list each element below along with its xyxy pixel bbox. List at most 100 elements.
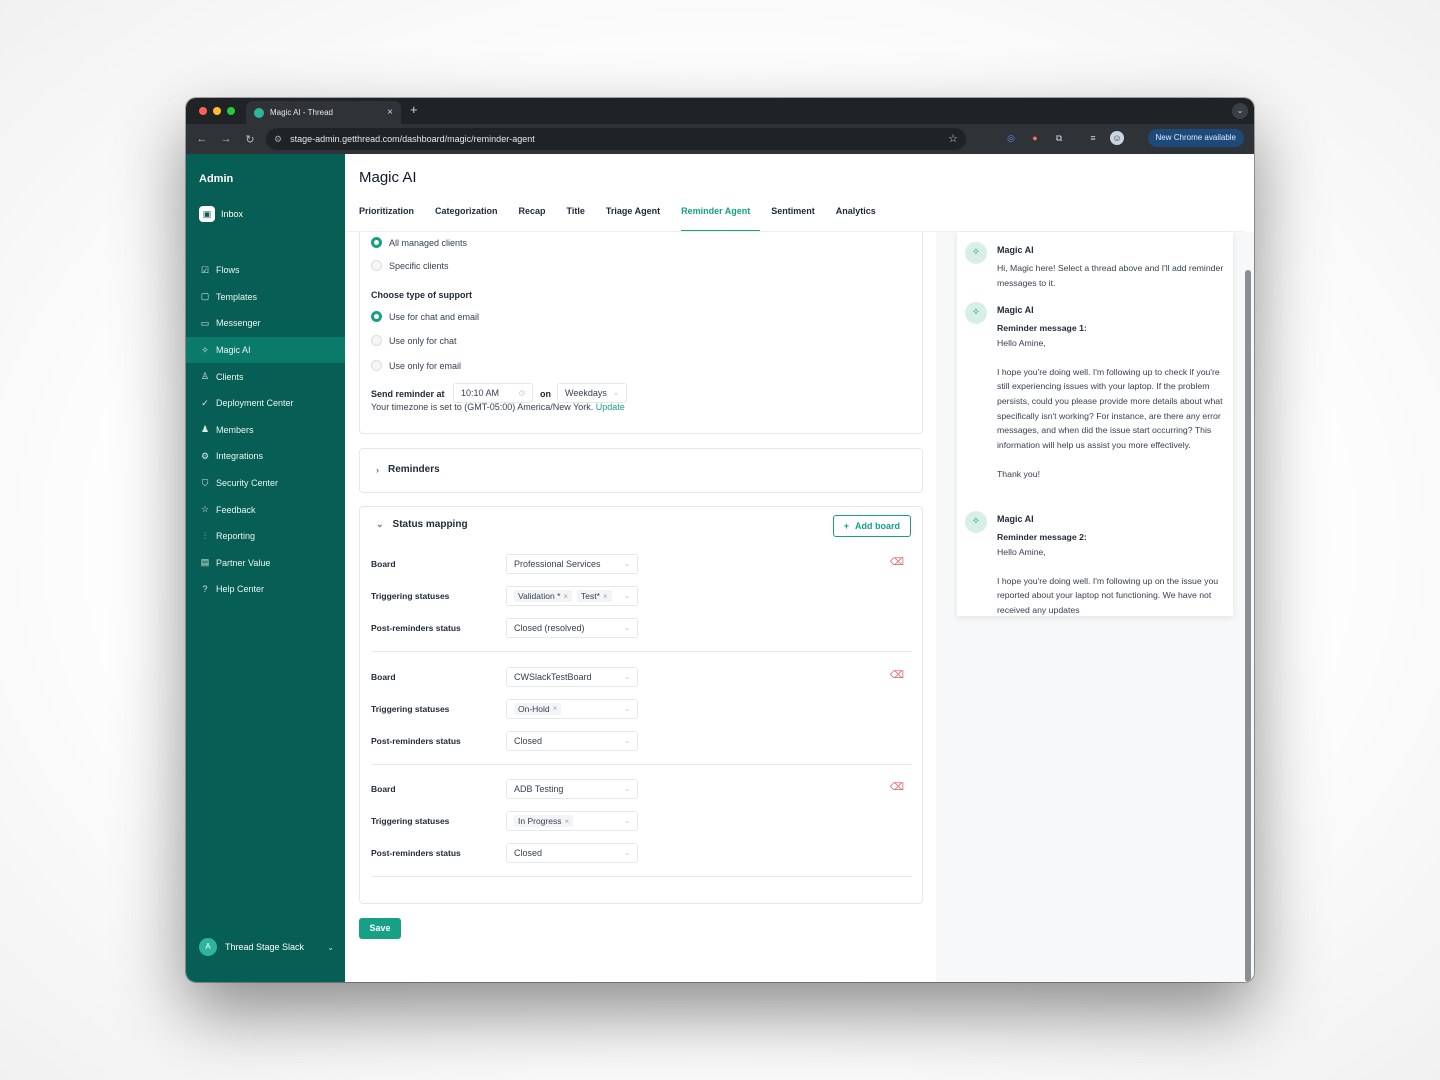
tab-triage-agent[interactable]: Triage Agent bbox=[606, 206, 670, 232]
tab-categorization[interactable]: Categorization bbox=[435, 206, 508, 232]
workspace-switcher[interactable]: A Thread Stage Slack ⌄ bbox=[199, 938, 334, 956]
back-icon[interactable]: ← bbox=[190, 133, 214, 145]
tab-recap[interactable]: Recap bbox=[519, 206, 556, 232]
board-select[interactable]: Professional Services ⌄ bbox=[506, 554, 638, 574]
radio-chat-and-email[interactable]: Use for chat and email bbox=[371, 311, 479, 322]
tab-title[interactable]: Title bbox=[567, 206, 595, 232]
magic-ai-avatar-icon: ✧ bbox=[965, 511, 987, 533]
browser-tab[interactable]: Magic AI - Thread × bbox=[246, 101, 401, 124]
inbox-icon: ▣ bbox=[199, 206, 215, 222]
radio-only-chat[interactable]: Use only for chat bbox=[371, 335, 457, 346]
extensions-puzzle-icon[interactable]: ⧉ bbox=[1052, 131, 1066, 145]
remove-tag-icon[interactable]: × bbox=[603, 592, 608, 601]
sidebar-item-label: Reporting bbox=[216, 531, 256, 542]
sidebar-item-messenger[interactable]: ▭ Messenger bbox=[186, 310, 345, 337]
new-chrome-available-button[interactable]: New Chrome available bbox=[1147, 129, 1244, 147]
messenger-icon: ▭ bbox=[200, 317, 210, 328]
status-tag: In Progress × bbox=[514, 815, 574, 827]
reload-icon[interactable]: ↻ bbox=[238, 133, 262, 146]
triggering-statuses-select[interactable]: Validation * × Test* × ⌄ bbox=[506, 586, 638, 606]
sidebar-item-help-center[interactable]: ? Help Center bbox=[186, 576, 345, 603]
extension-record-icon[interactable]: ● bbox=[1028, 131, 1042, 145]
remove-tag-icon[interactable]: × bbox=[564, 817, 569, 826]
sidebar-item-inbox[interactable]: ▣ Inbox bbox=[199, 206, 243, 222]
save-button[interactable]: Save bbox=[359, 918, 401, 939]
post-reminders-status-select[interactable]: Closed ⌄ bbox=[506, 730, 638, 751]
radio-unselected-icon bbox=[371, 360, 382, 371]
sidebar-item-partner-value[interactable]: ▤ Partner Value bbox=[186, 550, 345, 577]
site-info-icon[interactable]: ⚙ bbox=[274, 134, 282, 145]
close-tab-icon[interactable]: × bbox=[387, 107, 393, 118]
sidebar-item-security-center[interactable]: ⛉ Security Center bbox=[186, 470, 345, 497]
chevron-down-icon: ⌄ bbox=[624, 561, 630, 568]
radio-only-email[interactable]: Use only for email bbox=[371, 360, 461, 371]
board-value: CWSlackTestBoard bbox=[514, 671, 592, 682]
chevron-down-icon: ⌄ bbox=[613, 390, 619, 397]
triggering-statuses-select[interactable]: On-Hold × ⌄ bbox=[506, 698, 638, 719]
timezone-update-link[interactable]: Update bbox=[596, 402, 625, 412]
sidebar-item-clients[interactable]: ♙ Clients bbox=[186, 363, 345, 390]
address-bar[interactable]: ⚙ stage-admin.getthread.com/dashboard/ma… bbox=[266, 128, 966, 150]
sidebar-item-templates[interactable]: ▢ Templates bbox=[186, 284, 345, 311]
remove-tag-icon[interactable]: × bbox=[553, 704, 558, 713]
extension-icon[interactable]: ◎ bbox=[1004, 131, 1018, 145]
remove-tag-icon[interactable]: × bbox=[563, 592, 568, 601]
radio-specific-clients[interactable]: Specific clients bbox=[371, 260, 449, 271]
reading-list-icon[interactable]: ≡ bbox=[1086, 131, 1100, 145]
radio-all-managed-clients[interactable]: All managed clients bbox=[371, 237, 467, 248]
time-picker[interactable]: 10:10 AM ◷ bbox=[453, 383, 533, 403]
sidebar-item-integrations[interactable]: ⚙ Integrations bbox=[186, 443, 345, 470]
sidebar-item-members[interactable]: ♟ Members bbox=[186, 417, 345, 444]
sidebar-item-flows[interactable]: ☑ Flows bbox=[186, 257, 345, 284]
tab-prioritization[interactable]: Prioritization bbox=[359, 206, 424, 232]
add-board-button[interactable]: + Add board bbox=[832, 515, 911, 537]
check-circle-icon: ✓ bbox=[201, 397, 209, 408]
message-author: Magic AI bbox=[997, 305, 1034, 315]
sidebar-item-reporting[interactable]: ⫶ Reporting bbox=[186, 523, 345, 550]
minimize-window-button[interactable] bbox=[213, 107, 221, 115]
post-reminders-status-select[interactable]: Closed ⌄ bbox=[506, 843, 638, 863]
flows-icon: ☑ bbox=[200, 264, 210, 275]
zoom-window-button[interactable] bbox=[227, 107, 235, 115]
close-window-button[interactable] bbox=[199, 107, 207, 115]
delete-board-icon[interactable]: ⌫ bbox=[890, 557, 904, 568]
new-tab-button[interactable]: + bbox=[410, 102, 418, 117]
reminders-header[interactable]: › Reminders bbox=[376, 464, 440, 475]
delete-board-icon[interactable]: ⌫ bbox=[890, 670, 904, 681]
on-label: on bbox=[540, 389, 551, 399]
status-mapping-header[interactable]: ⌄ Status mapping bbox=[376, 519, 468, 530]
message-body: Hi, Magic here! Select a thread above an… bbox=[997, 261, 1227, 290]
days-select[interactable]: Weekdays ⌄ bbox=[557, 383, 627, 403]
bar-chart-icon: ⫶ bbox=[203, 530, 207, 541]
radio-label: Use for chat and email bbox=[389, 311, 480, 322]
star-icon: ☆ bbox=[200, 504, 210, 515]
reminders-section[interactable]: › Reminders bbox=[359, 448, 923, 493]
message-author: Magic AI bbox=[997, 245, 1034, 255]
tab-sentiment[interactable]: Sentiment bbox=[771, 206, 825, 232]
chevron-right-icon: › bbox=[376, 464, 379, 475]
profile-icon[interactable]: ☺ bbox=[1110, 131, 1124, 145]
sidebar-item-feedback[interactable]: ☆ Feedback bbox=[186, 496, 345, 523]
delete-board-icon[interactable]: ⌫ bbox=[890, 782, 904, 793]
time-value: 10:10 AM bbox=[461, 388, 500, 398]
board-select[interactable]: ADB Testing ⌄ bbox=[506, 779, 638, 799]
message-text: Hi, Magic here! Select a thread above an… bbox=[997, 263, 1224, 288]
tab-analytics[interactable]: Analytics bbox=[836, 206, 886, 232]
board-select[interactable]: CWSlackTestBoard ⌄ bbox=[506, 666, 638, 687]
triggering-statuses-select[interactable]: In Progress × ⌄ bbox=[506, 811, 638, 831]
chevron-down-icon: ⌄ bbox=[624, 737, 630, 745]
tab-search-icon[interactable]: ⌄ bbox=[1232, 103, 1248, 119]
chat-preview[interactable]: ✧ Magic AI Hi, Magic here! Select a thread… bbox=[957, 232, 1233, 616]
page-title: Magic AI bbox=[359, 169, 417, 186]
sidebar-item-magic-ai[interactable]: ✧ Magic AI bbox=[186, 336, 345, 364]
timezone-text: Your timezone is set to (GMT-05:00) Amer… bbox=[371, 402, 625, 412]
tab-reminder-agent[interactable]: Reminder Agent bbox=[681, 206, 761, 232]
forward-icon[interactable]: → bbox=[214, 133, 238, 145]
bookmark-star-icon[interactable]: ☆ bbox=[948, 132, 958, 145]
sidebar-item-deployment-center[interactable]: ✓ Deployment Center bbox=[186, 390, 345, 417]
radio-selected-icon bbox=[371, 237, 382, 248]
sidebar-item-label: Magic AI bbox=[216, 345, 251, 356]
post-reminders-status-select[interactable]: Closed (resolved) ⌄ bbox=[506, 618, 638, 638]
magic-ai-preview-pane: ✧ Magic AI Hi, Magic here! Select a thread… bbox=[936, 232, 1254, 982]
page-scrollbar[interactable] bbox=[1245, 270, 1251, 982]
